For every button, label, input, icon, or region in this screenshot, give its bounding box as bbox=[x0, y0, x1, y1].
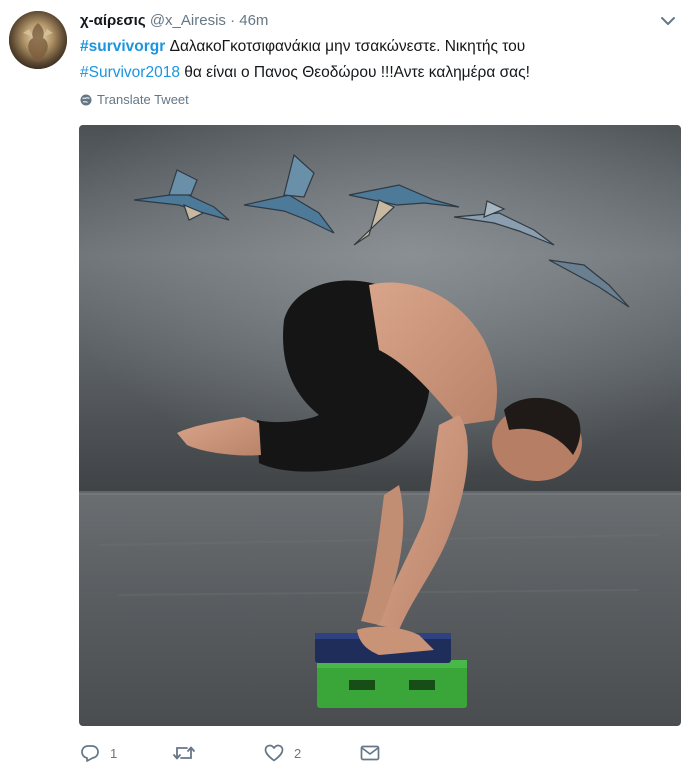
reply-count: 1 bbox=[110, 745, 118, 761]
like-count: 2 bbox=[294, 745, 302, 761]
reply-icon bbox=[81, 745, 99, 762]
tweet-text-line2: θα είναι ο Πανος Θεοδώρου !!!Αντε καλημέ… bbox=[179, 64, 530, 81]
tweet-photo[interactable] bbox=[79, 125, 681, 726]
screen-name[interactable]: @x_Airesis bbox=[150, 12, 226, 29]
chevron-down-icon[interactable] bbox=[659, 14, 677, 28]
hashtag-link[interactable]: #survivorgr bbox=[80, 38, 165, 55]
retweet-button[interactable] bbox=[172, 744, 264, 762]
separator-dot: · bbox=[230, 12, 236, 29]
avatar[interactable] bbox=[9, 11, 67, 69]
tweet-text: #survivorgr ΔαλακοΓκοτσιφανάκια μην τσακ… bbox=[80, 34, 680, 86]
globe-icon bbox=[80, 94, 92, 105]
retweet-icon bbox=[173, 746, 195, 760]
hashtag-link[interactable]: #Survivor2018 bbox=[80, 64, 180, 81]
tweet-header: χ-αίρεσις @x_Airesis · 46m bbox=[80, 12, 268, 32]
envelope-icon bbox=[360, 745, 380, 761]
display-name[interactable]: χ-αίρεσις bbox=[80, 12, 146, 29]
heart-icon bbox=[264, 744, 284, 762]
like-button[interactable]: 2 bbox=[264, 744, 360, 762]
tweet-actions: 1 2 bbox=[80, 742, 390, 764]
direct-message-button[interactable] bbox=[360, 745, 390, 761]
reply-button[interactable]: 1 bbox=[80, 744, 172, 762]
avatar-image bbox=[9, 11, 67, 69]
hashtag-text: #survivorgr bbox=[80, 38, 166, 55]
translate-tweet-link[interactable]: Translate Tweet bbox=[80, 92, 189, 107]
photo-image bbox=[79, 125, 681, 726]
timestamp[interactable]: 46m bbox=[239, 12, 268, 29]
tweet: χ-αίρεσις @x_Airesis · 46m #survivorgr Δ… bbox=[0, 0, 690, 768]
tweet-text-line1: ΔαλακοΓκοτσιφανάκια μην τσακώνεστε. Νικη… bbox=[165, 38, 526, 55]
translate-label: Translate Tweet bbox=[97, 92, 189, 107]
